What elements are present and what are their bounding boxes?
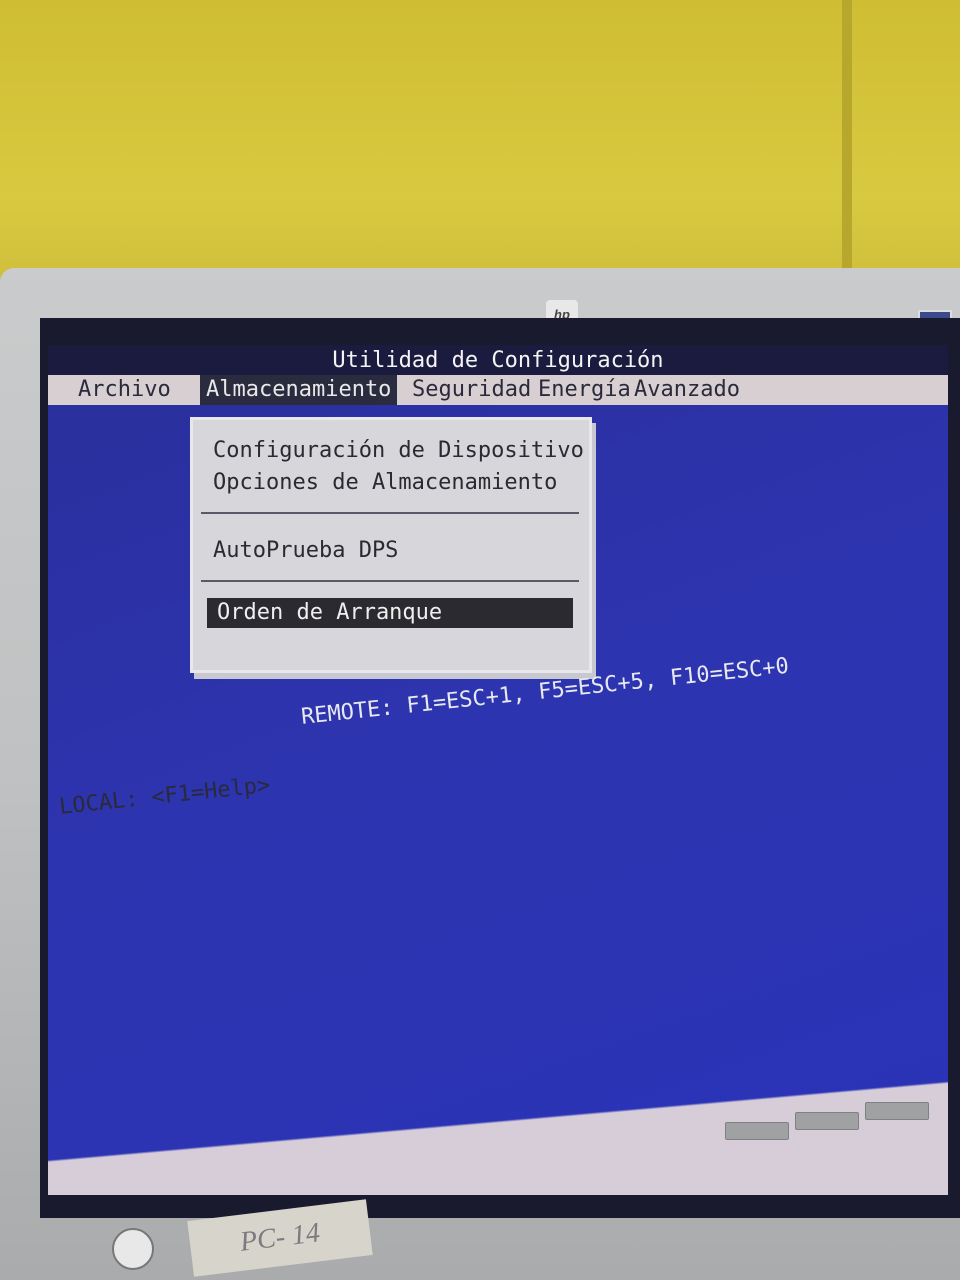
bios-setup-screen: Utilidad de Configuración Archivo Almace… bbox=[48, 345, 948, 1195]
round-sticker-icon bbox=[112, 1228, 154, 1270]
bios-menu-bar: Archivo Almacenamiento Seguridad Energía… bbox=[48, 375, 948, 405]
menu-item-autoprueba-dps[interactable]: AutoPrueba DPS bbox=[213, 538, 398, 563]
menu-divider bbox=[201, 580, 579, 582]
menu-seguridad[interactable]: Seguridad bbox=[406, 375, 537, 405]
wall-corner bbox=[842, 0, 852, 300]
monitor-control-buttons bbox=[725, 1082, 930, 1142]
monitor-minus-button[interactable] bbox=[795, 1112, 859, 1130]
menu-almacenamiento[interactable]: Almacenamiento bbox=[200, 375, 398, 405]
almacenamiento-dropdown: Configuración de Dispositivo Opciones de… bbox=[190, 417, 592, 673]
monitor-menu-button[interactable] bbox=[725, 1122, 789, 1140]
menu-item-configuracion-dispositivo[interactable]: Configuración de Dispositivo bbox=[213, 438, 584, 463]
menu-item-opciones-almacenamiento[interactable]: Opciones de Almacenamiento bbox=[213, 470, 557, 495]
monitor-plus-button[interactable] bbox=[865, 1102, 929, 1120]
menu-item-orden-arranque[interactable]: Orden de Arranque bbox=[207, 598, 573, 628]
menu-energia[interactable]: Energía bbox=[532, 375, 637, 405]
menu-divider bbox=[201, 512, 579, 514]
menu-archivo[interactable]: Archivo bbox=[72, 375, 177, 405]
menu-avanzado[interactable]: Avanzado bbox=[628, 375, 746, 405]
bios-title: Utilidad de Configuración bbox=[48, 345, 948, 377]
